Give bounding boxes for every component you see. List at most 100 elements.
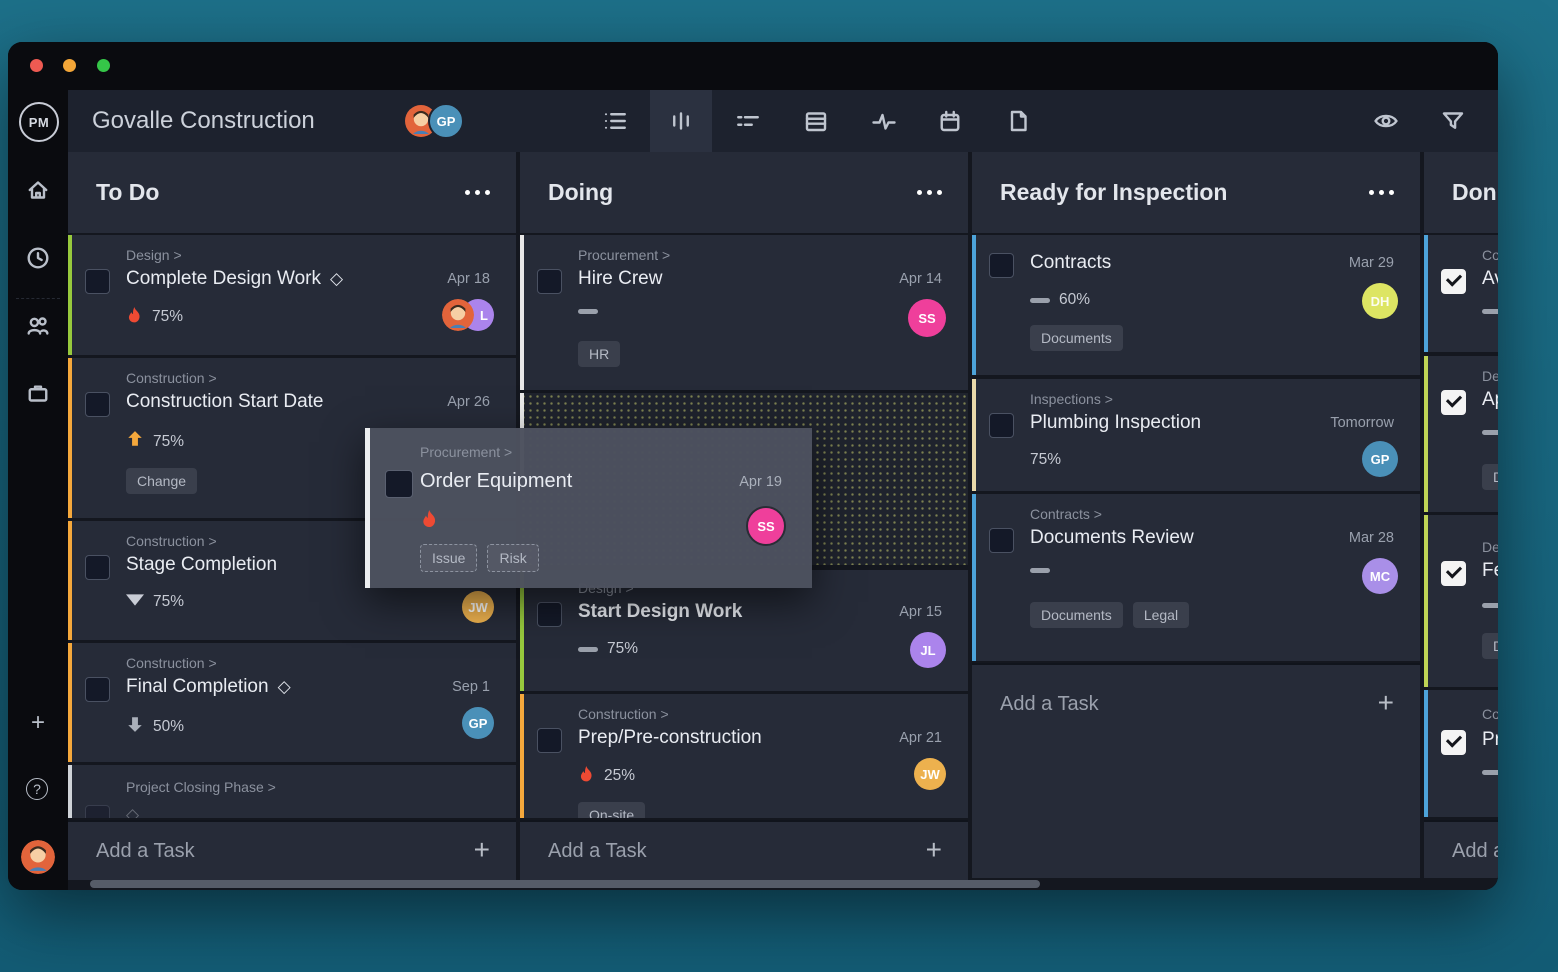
watch-eye-icon[interactable]: [1374, 109, 1398, 133]
card-breadcrumb[interactable]: Inspections >: [1030, 391, 1113, 407]
add-task-label: Add a Task: [1000, 665, 1099, 743]
assignee-avatar[interactable]: GP: [1362, 441, 1398, 477]
assignee-avatar[interactable]: DH: [1362, 283, 1398, 319]
card-breadcrumb[interactable]: De: [1482, 539, 1498, 555]
assignee-avatar[interactable]: GP: [462, 707, 494, 739]
add-task-row[interactable]: Add a Task +: [972, 663, 1420, 745]
card-breadcrumb[interactable]: Procurement >: [420, 444, 512, 460]
task-checkbox-checked[interactable]: [1441, 561, 1466, 586]
card-breadcrumb[interactable]: Co: [1482, 247, 1498, 263]
tag-documents[interactable]: Documents: [1030, 325, 1123, 351]
add-task-row[interactable]: Add a Task +: [68, 820, 516, 880]
tag-clipped[interactable]: D: [1482, 464, 1498, 490]
tag-legal[interactable]: Legal: [1133, 602, 1189, 628]
task-checkbox[interactable]: [989, 253, 1014, 278]
member-avatar-gp[interactable]: GP: [428, 103, 464, 139]
task-checkbox-checked[interactable]: [1441, 390, 1466, 415]
add-task-row[interactable]: Add a Task +: [520, 820, 968, 880]
task-card[interactable]: Co Av: [1424, 235, 1498, 352]
task-card[interactable]: Contracts Mar 29 60% Documents DH: [972, 235, 1420, 375]
card-breadcrumb[interactable]: Construction >: [126, 370, 217, 386]
assignee-avatar[interactable]: JW: [462, 591, 494, 623]
dash-progress-icon: [1030, 298, 1050, 303]
dragged-task-card[interactable]: Procurement > Order Equipment Apr 19 Iss…: [365, 428, 812, 588]
task-checkbox[interactable]: [385, 470, 413, 498]
tag-on-site[interactable]: On-site: [578, 802, 645, 818]
calendar-view-icon[interactable]: [938, 109, 962, 133]
more-options-icon[interactable]: [917, 190, 942, 195]
team-icon[interactable]: [26, 314, 50, 338]
tag-documents[interactable]: Documents: [1030, 602, 1123, 628]
task-checkbox[interactable]: [537, 728, 562, 753]
task-checkbox[interactable]: [85, 555, 110, 580]
filter-icon[interactable]: [1441, 109, 1465, 133]
card-breadcrumb[interactable]: Design >: [126, 247, 182, 263]
add-task-row[interactable]: Add a: [1424, 820, 1498, 878]
help-icon[interactable]: ?: [26, 778, 48, 800]
gantt-view-icon[interactable]: [736, 109, 760, 133]
task-checkbox[interactable]: [537, 602, 562, 627]
horizontal-scrollbar[interactable]: [90, 880, 1040, 888]
tag-risk[interactable]: Risk: [487, 544, 538, 572]
assignee-avatar[interactable]: MC: [1362, 558, 1398, 594]
add-icon[interactable]: +: [26, 711, 50, 735]
task-card[interactable]: De Ap D: [1424, 356, 1498, 512]
sheet-view-icon[interactable]: [804, 109, 828, 133]
card-breadcrumb[interactable]: Construction >: [126, 655, 217, 671]
tag-issue[interactable]: Issue: [420, 544, 477, 572]
due-date: Mar 29: [1349, 255, 1394, 271]
minimize-window-button[interactable]: [63, 59, 76, 72]
task-card-clipped[interactable]: Project Closing Phase > ◇: [68, 765, 516, 818]
task-checkbox[interactable]: [85, 805, 110, 818]
task-checkbox[interactable]: [85, 677, 110, 702]
task-card[interactable]: Design > Start Design Work Apr 15 75% JL: [520, 570, 968, 691]
tag-hr[interactable]: HR: [578, 341, 620, 367]
task-card[interactable]: Construction > Prep/Pre-construction Apr…: [520, 694, 968, 818]
card-breadcrumb[interactable]: Project Closing Phase >: [126, 779, 276, 795]
assignee-avatar[interactable]: JW: [914, 758, 946, 790]
zoom-window-button[interactable]: [97, 59, 110, 72]
card-title: Hire Crew: [578, 268, 662, 290]
task-checkbox-checked[interactable]: [1441, 730, 1466, 755]
task-card[interactable]: Inspections > Plumbing Inspection Tomorr…: [972, 379, 1420, 491]
board-view-icon[interactable]: [669, 109, 693, 133]
task-card[interactable]: Design > Complete Design Work◇ Apr 18 75…: [68, 235, 516, 355]
card-breadcrumb[interactable]: Procurement >: [578, 247, 670, 263]
document-view-icon[interactable]: [1006, 109, 1030, 133]
task-checkbox[interactable]: [85, 269, 110, 294]
card-breadcrumb[interactable]: Construction >: [578, 706, 669, 722]
task-checkbox[interactable]: [537, 269, 562, 294]
tag-clipped[interactable]: D: [1482, 633, 1498, 659]
sidebar-divider: [16, 298, 60, 299]
projects-briefcase-icon[interactable]: [26, 381, 50, 405]
task-checkbox-checked[interactable]: [1441, 269, 1466, 294]
close-window-button[interactable]: [30, 59, 43, 72]
assignee-avatar[interactable]: SS: [908, 299, 946, 337]
task-checkbox[interactable]: [989, 528, 1014, 553]
tag-change[interactable]: Change: [126, 468, 197, 494]
card-breadcrumb[interactable]: Construction >: [126, 533, 217, 549]
assignee-avatar[interactable]: SS: [746, 506, 786, 546]
task-card[interactable]: De Fe D: [1424, 515, 1498, 687]
task-checkbox[interactable]: [989, 413, 1014, 438]
due-date: Apr 18: [447, 271, 490, 287]
task-card[interactable]: Co Pr: [1424, 690, 1498, 817]
more-options-icon[interactable]: [465, 190, 490, 195]
assignee-avatar-photo[interactable]: [442, 299, 474, 331]
task-checkbox[interactable]: [85, 392, 110, 417]
task-card[interactable]: Procurement > Hire Crew Apr 14 HR SS: [520, 235, 968, 390]
card-breadcrumb[interactable]: Contracts >: [1030, 506, 1102, 522]
assignee-avatar[interactable]: JL: [910, 632, 946, 668]
activity-view-icon[interactable]: [872, 109, 896, 133]
home-icon[interactable]: [26, 178, 50, 202]
card-breadcrumb[interactable]: Co: [1482, 706, 1498, 722]
recent-clock-icon[interactable]: [26, 246, 50, 270]
projectmanager-logo[interactable]: PM: [19, 102, 59, 142]
card-breadcrumb[interactable]: De: [1482, 368, 1498, 384]
list-view-icon[interactable]: [603, 109, 627, 133]
task-card[interactable]: Contracts > Documents Review Mar 28 Docu…: [972, 494, 1420, 661]
user-avatar[interactable]: [21, 840, 55, 874]
triangle-down-icon: [126, 593, 144, 611]
task-card[interactable]: Construction > Final Completion◇ Sep 1 5…: [68, 643, 516, 762]
more-options-icon[interactable]: [1369, 190, 1394, 195]
